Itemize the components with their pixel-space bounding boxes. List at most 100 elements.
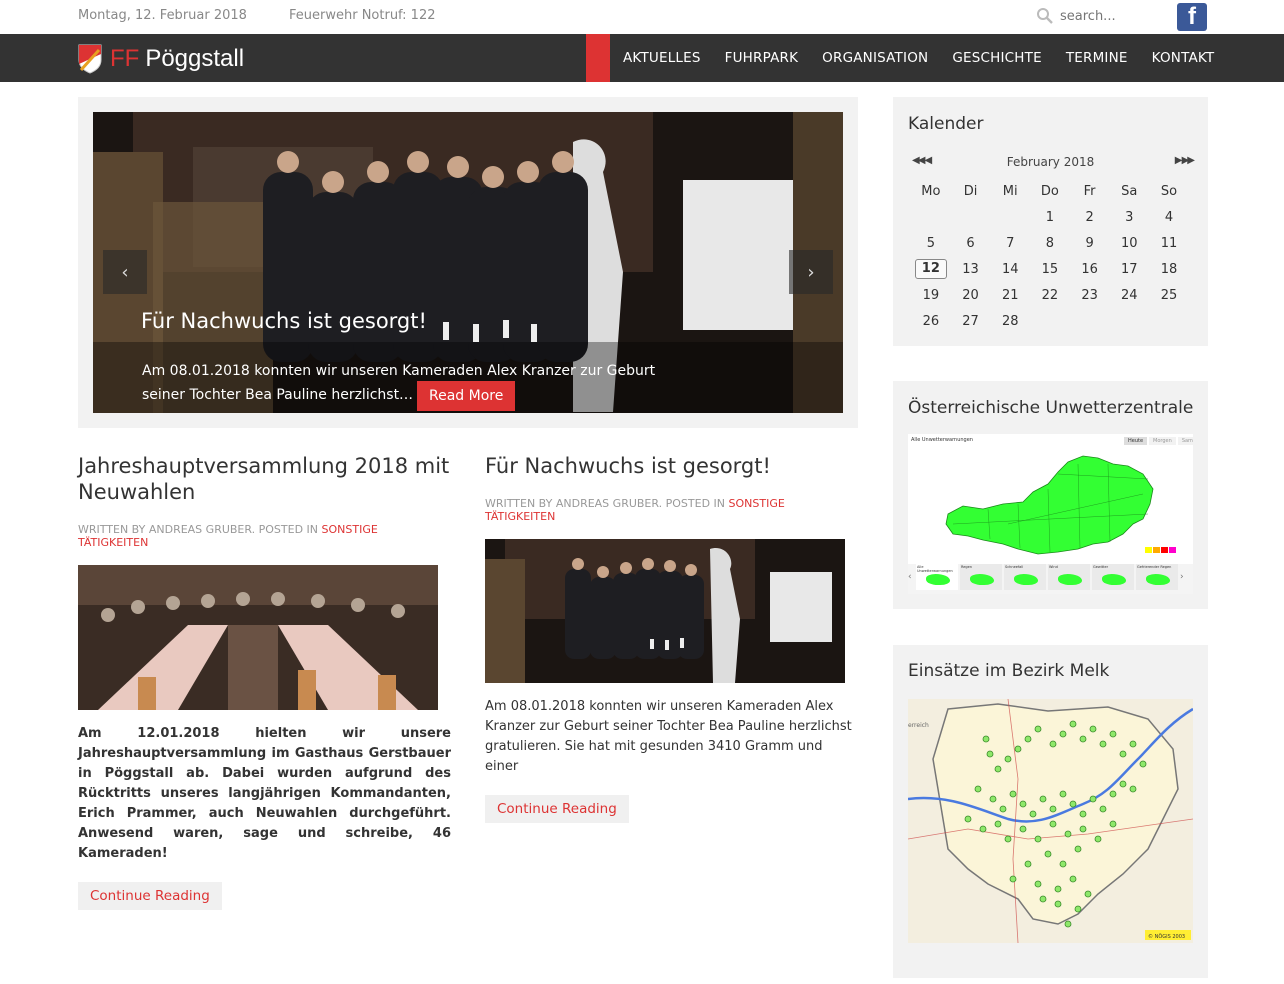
calendar-day[interactable]: 15 (1030, 262, 1070, 277)
incident-marker[interactable] (1074, 845, 1082, 853)
incident-marker[interactable] (1019, 825, 1027, 833)
weather-thumb[interactable]: Regen (960, 564, 1002, 590)
incident-marker[interactable] (1034, 835, 1042, 843)
incident-marker[interactable] (1049, 805, 1057, 813)
calendar-day[interactable]: 27 (951, 314, 991, 329)
facebook-icon[interactable]: f (1177, 3, 1207, 31)
incident-marker[interactable] (1024, 735, 1032, 743)
incident-marker[interactable] (1109, 730, 1117, 738)
incident-marker[interactable] (1084, 890, 1092, 898)
incident-marker[interactable] (1069, 875, 1077, 883)
slider-next-button[interactable]: › (789, 250, 833, 294)
menu-item-geschichte[interactable]: GESCHICHTE (940, 50, 1053, 66)
incident-marker[interactable] (982, 735, 990, 743)
continue-reading-button[interactable]: Continue Reading (78, 882, 222, 910)
incident-marker[interactable] (1039, 895, 1047, 903)
incident-marker[interactable] (1019, 800, 1027, 808)
incident-marker[interactable] (994, 820, 1002, 828)
menu-item-organisation[interactable]: ORGANISATION (810, 50, 940, 66)
chevron-right-icon[interactable]: › (1180, 564, 1188, 582)
calendar-day[interactable]: 19 (911, 288, 951, 303)
menu-item-kontakt[interactable]: KONTAKT (1140, 50, 1227, 66)
article-title[interactable]: Jahreshauptversammlung 2018 mit Neuwahle… (78, 453, 451, 505)
calendar-day[interactable]: 26 (911, 314, 951, 329)
calendar-day[interactable]: 5 (911, 236, 951, 251)
weather-map[interactable]: Alle Unwetterwarnungen Heute Morgen Sams… (908, 434, 1193, 594)
calendar-day[interactable]: 22 (1030, 288, 1070, 303)
incident-marker[interactable] (974, 785, 982, 793)
calendar-day[interactable]: 6 (951, 236, 991, 251)
calendar-day[interactable]: 10 (1109, 236, 1149, 251)
incident-marker[interactable] (1009, 875, 1017, 883)
chevron-left-icon[interactable]: ‹ (908, 564, 916, 582)
calendar-next-button[interactable]: ▶ ▶▶ (1175, 155, 1195, 166)
incident-marker[interactable] (1139, 760, 1147, 768)
incident-marker[interactable] (1094, 835, 1102, 843)
calendar-day[interactable]: 4 (1149, 210, 1189, 225)
article-image[interactable] (78, 565, 438, 710)
calendar-day[interactable]: 13 (951, 262, 991, 277)
incident-marker[interactable] (1129, 785, 1137, 793)
incident-marker[interactable] (1044, 850, 1052, 858)
calendar-day[interactable]: 16 (1070, 262, 1110, 277)
calendar-day[interactable]: 8 (1030, 236, 1070, 251)
incident-marker[interactable] (1059, 790, 1067, 798)
article-title[interactable]: Für Nachwuchs ist gesorgt! (485, 453, 858, 479)
incident-marker[interactable] (1039, 795, 1047, 803)
incident-marker[interactable] (1079, 735, 1087, 743)
article-image[interactable] (485, 539, 845, 683)
incident-marker[interactable] (1029, 810, 1037, 818)
incident-marker[interactable] (994, 765, 1002, 773)
incident-marker[interactable] (1099, 805, 1107, 813)
calendar-prev-button[interactable]: ◀◀ ◀ (912, 155, 932, 166)
incident-marker[interactable] (1034, 725, 1042, 733)
calendar-day[interactable]: 3 (1109, 210, 1149, 225)
menu-item-fuhrpark[interactable]: FUHRPARK (713, 50, 811, 66)
calendar-today[interactable]: 12 (914, 259, 947, 279)
incident-marker[interactable] (1079, 825, 1087, 833)
incident-marker[interactable] (1009, 790, 1017, 798)
incident-marker[interactable] (1049, 820, 1057, 828)
weather-thumb[interactable]: Alle Unwetterwarnungen (916, 564, 958, 590)
incident-marker[interactable] (964, 815, 972, 823)
incident-marker[interactable] (1054, 900, 1062, 908)
incident-marker[interactable] (1049, 740, 1057, 748)
incident-marker[interactable] (989, 795, 997, 803)
incident-marker[interactable] (1064, 920, 1072, 928)
incident-marker[interactable] (1059, 860, 1067, 868)
menu-item-termine[interactable]: TERMINE (1054, 50, 1140, 66)
weather-thumb[interactable]: Wind (1048, 564, 1090, 590)
incident-marker[interactable] (1119, 780, 1127, 788)
incident-marker[interactable] (1099, 740, 1107, 748)
continue-reading-button[interactable]: Continue Reading (485, 795, 629, 823)
incident-marker[interactable] (1024, 860, 1032, 868)
incident-marker[interactable] (1069, 720, 1077, 728)
search-input[interactable] (1060, 8, 1160, 24)
calendar-day[interactable]: 25 (1149, 288, 1189, 303)
incident-marker[interactable] (986, 750, 994, 758)
calendar-day[interactable]: 9 (1070, 236, 1110, 251)
calendar-day[interactable]: 18 (1149, 262, 1189, 277)
incident-marker[interactable] (1034, 880, 1042, 888)
weather-thumb[interactable]: Schneefall (1004, 564, 1046, 590)
incident-marker[interactable] (1119, 750, 1127, 758)
incident-marker[interactable] (1109, 790, 1117, 798)
calendar-day[interactable]: 14 (990, 262, 1030, 277)
incident-marker[interactable] (999, 805, 1007, 813)
incident-marker[interactable] (1004, 835, 1012, 843)
menu-item-aktuelles[interactable]: AKTUELLES (611, 50, 713, 66)
incident-marker[interactable] (1059, 730, 1067, 738)
einsaetze-map[interactable]: © NÖGIS 2003 erreich (908, 699, 1193, 943)
calendar-day[interactable]: 12 (911, 259, 951, 279)
incident-marker[interactable] (1074, 905, 1082, 913)
incident-marker[interactable] (1109, 820, 1117, 828)
calendar-day[interactable]: 20 (951, 288, 991, 303)
calendar-day[interactable]: 21 (990, 288, 1030, 303)
calendar-day[interactable]: 11 (1149, 236, 1189, 251)
incident-marker[interactable] (1064, 830, 1072, 838)
incident-marker[interactable] (1054, 885, 1062, 893)
site-logo[interactable]: FF Pöggstall (78, 44, 244, 74)
incident-marker[interactable] (979, 825, 987, 833)
incident-marker[interactable] (1129, 740, 1137, 748)
slider-title[interactable]: Für Nachwuchs ist gesorgt! (141, 309, 427, 333)
